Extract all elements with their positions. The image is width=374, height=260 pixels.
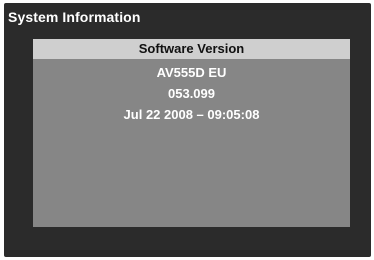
software-version-panel: Software Version AV555D EU 053.099 Jul 2… (33, 39, 350, 227)
system-information-screen: System Information Software Version AV55… (4, 3, 371, 257)
page-title: System Information (8, 9, 141, 25)
software-version-number: 053.099 (168, 86, 215, 101)
panel-header: Software Version (33, 39, 350, 59)
build-date: Jul 22 2008 – 09:05:08 (123, 107, 260, 122)
model-name: AV555D EU (156, 65, 227, 80)
